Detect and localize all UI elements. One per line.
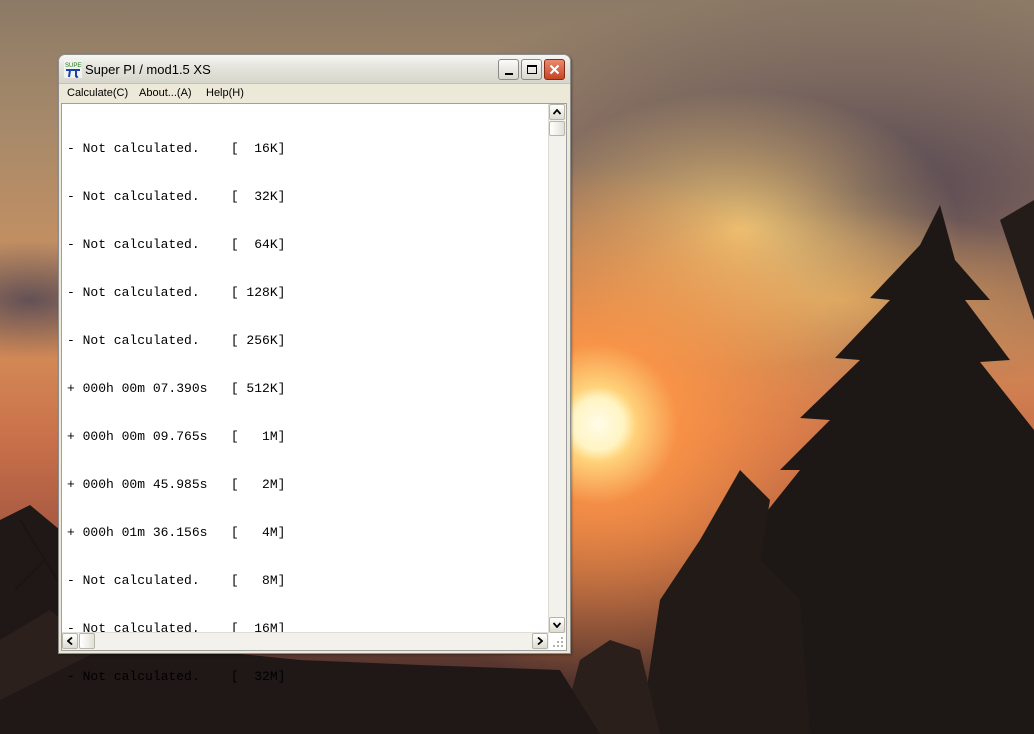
result-line-4m: + 000h 01m 36.156s [ 4M] [67,525,286,540]
scroll-down-button[interactable] [549,617,565,633]
maximize-icon [526,65,537,74]
maximize-button[interactable] [521,59,542,80]
title-bar[interactable]: SUPER Super PI / mod1.5 XS [59,55,570,84]
chevron-left-icon [67,637,73,645]
chevron-up-icon [553,109,561,115]
result-line-64k: - Not calculated. [ 64K] [67,237,286,252]
super-pi-window: SUPER Super PI / mod1.5 XS Calculate(C) … [58,54,571,684]
horizontal-scrollbar[interactable] [62,632,549,650]
result-line-2m: + 000h 00m 45.985s [ 2M] [67,477,286,492]
horizontal-scroll-thumb[interactable] [79,633,95,649]
scroll-up-button[interactable] [549,104,565,120]
super-pi-icon: SUPER [64,60,82,78]
menu-bar: Calculate(C) About...(A) Help(H) [60,84,569,102]
menu-calculate[interactable]: Calculate(C) [67,87,128,99]
results-list: - Not calculated. [ 16K] - Not calculate… [67,109,285,717]
result-line-256k: - Not calculated. [ 256K] [67,333,286,348]
menu-about[interactable]: About...(A) [139,87,192,99]
result-line-32m: - Not calculated. [ 32M] [67,669,286,684]
result-line-8m: - Not calculated. [ 8M] [67,573,286,588]
chevron-down-icon [553,622,561,628]
vertical-scroll-thumb[interactable] [549,121,565,136]
close-icon [549,64,560,75]
result-line-1m: + 000h 00m 09.765s [ 1M] [67,429,286,444]
scroll-right-button[interactable] [532,633,548,649]
minimize-icon [504,72,513,75]
minimize-button[interactable] [498,59,519,80]
result-line-32k: - Not calculated. [ 32K] [67,189,286,204]
result-line-512k: + 000h 00m 07.390s [ 512K] [67,381,286,396]
close-button[interactable] [544,59,565,80]
result-line-128k: - Not calculated. [ 128K] [67,285,286,300]
scroll-left-button[interactable] [62,633,78,649]
chevron-right-icon [537,637,543,645]
results-panel[interactable]: - Not calculated. [ 16K] - Not calculate… [61,103,567,684]
resize-grip-icon[interactable] [549,633,565,649]
window-title: Super PI / mod1.5 XS [85,62,211,77]
vertical-scrollbar[interactable] [548,104,566,633]
svg-text:SUPER: SUPER [65,63,82,69]
menu-help[interactable]: Help(H) [206,87,244,99]
result-line-16k: - Not calculated. [ 16K] [67,141,286,156]
